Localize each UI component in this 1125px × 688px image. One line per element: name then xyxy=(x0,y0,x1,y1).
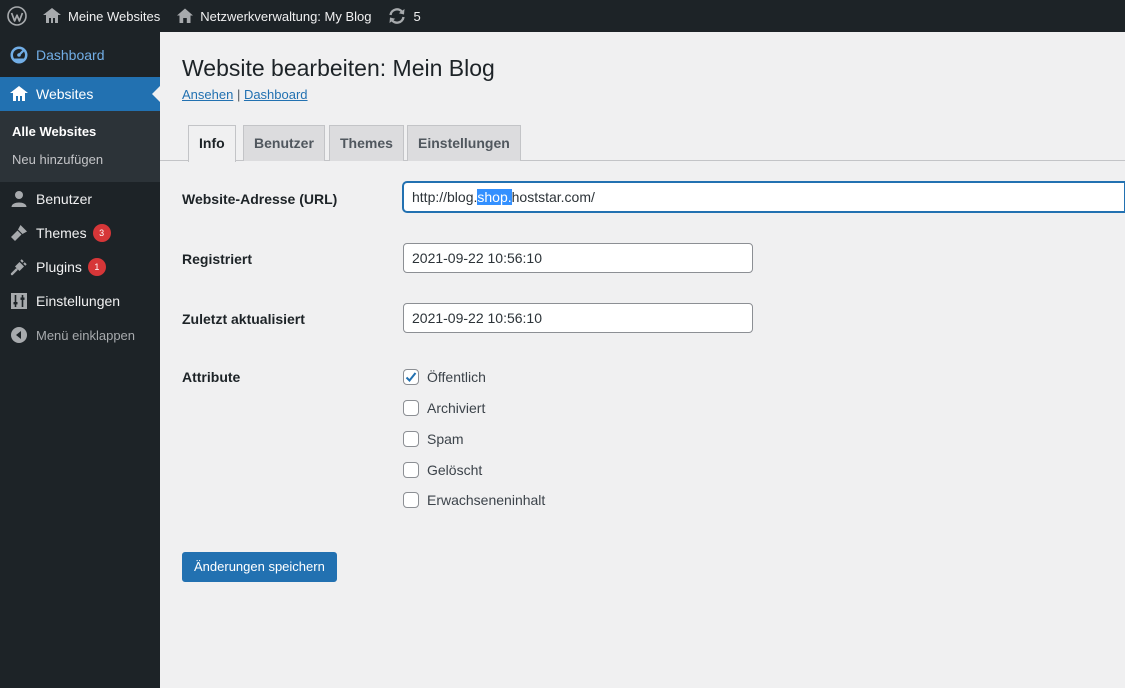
attribute-archived[interactable]: Archiviert xyxy=(403,400,485,416)
my-sites-menu[interactable]: Meine Websites xyxy=(34,0,168,32)
submenu-item-all-websites[interactable]: Alle Websites xyxy=(0,118,160,146)
sidebar-item-label: Menü einklappen xyxy=(36,327,136,343)
sidebar-item-label: Einstellungen xyxy=(36,293,121,309)
sidebar-item-users[interactable]: Benutzer xyxy=(0,182,160,216)
sidebar-item-label: Benutzer xyxy=(36,191,93,207)
collapse-menu-button[interactable]: Menü einklappen xyxy=(0,318,160,352)
wordpress-icon xyxy=(7,6,27,26)
sidebar-item-plugins[interactable]: Plugins 1 xyxy=(0,250,160,284)
deleted-checkbox[interactable] xyxy=(403,462,419,478)
link-separator: | xyxy=(233,87,244,102)
tab-info[interactable]: Info xyxy=(188,125,236,162)
themes-icon xyxy=(9,223,29,243)
archived-checkbox[interactable] xyxy=(403,400,419,416)
url-text-before: http://blog. xyxy=(412,189,478,205)
users-icon xyxy=(9,189,29,209)
submenu-item-add-new[interactable]: Neu hinzufügen xyxy=(0,146,160,174)
tab-users[interactable]: Benutzer xyxy=(243,125,325,161)
mature-checkbox[interactable] xyxy=(403,492,419,508)
public-checkbox[interactable] xyxy=(403,369,419,385)
admin-sidebar: Dashboard Websites Alle Websites Neu hin… xyxy=(0,32,160,688)
tab-themes[interactable]: Themes xyxy=(329,125,404,161)
save-changes-button[interactable]: Änderungen speichern xyxy=(182,552,337,582)
attribute-label: Öffentlich xyxy=(427,369,486,385)
url-label: Website-Adresse (URL) xyxy=(182,191,338,207)
registered-label: Registriert xyxy=(182,251,253,267)
network-admin-label: Netzwerkverwaltung: My Blog xyxy=(200,8,372,24)
attribute-spam[interactable]: Spam xyxy=(403,431,464,447)
sidebar-item-settings[interactable]: Einstellungen xyxy=(0,284,160,318)
my-sites-icon xyxy=(42,7,62,25)
attribute-deleted[interactable]: Gelöscht xyxy=(403,462,482,478)
view-link[interactable]: Ansehen xyxy=(182,87,233,102)
url-text-selected: shop. xyxy=(477,189,512,205)
url-text-after: hoststar.com/ xyxy=(511,189,595,205)
home-icon xyxy=(176,7,194,25)
updates-button[interactable]: 5 xyxy=(379,0,428,32)
settings-icon xyxy=(9,291,29,311)
websites-icon xyxy=(9,84,29,104)
sidebar-item-label: Websites xyxy=(36,86,94,102)
sidebar-item-label: Plugins xyxy=(36,259,82,275)
plugins-update-badge: 1 xyxy=(87,258,106,276)
sidebar-item-label: Dashboard xyxy=(36,46,105,63)
themes-update-badge: 3 xyxy=(92,224,111,242)
my-sites-label: Meine Websites xyxy=(68,8,161,24)
wordpress-logo-button[interactable] xyxy=(0,0,34,32)
updates-icon xyxy=(387,7,407,25)
sidebar-item-label: Themes xyxy=(36,225,87,241)
attribute-label: Spam xyxy=(427,431,464,447)
collapse-icon xyxy=(9,325,29,345)
attribute-label: Gelöscht xyxy=(427,462,483,478)
sidebar-item-websites[interactable]: Websites xyxy=(0,77,160,111)
tab-settings[interactable]: Einstellungen xyxy=(407,125,521,161)
last-updated-input[interactable]: 2021-09-22 10:56:10 xyxy=(403,303,753,333)
dashboard-link[interactable]: Dashboard xyxy=(244,87,308,102)
url-input[interactable]: http://blog.shop.hoststar.com/ xyxy=(403,182,1125,212)
updates-count: 5 xyxy=(413,8,421,24)
attribute-label: Erwachseneninhalt xyxy=(427,492,546,508)
main-content: Website bearbeiten: Mein Blog Ansehen | … xyxy=(160,32,1125,688)
spam-checkbox[interactable] xyxy=(403,431,419,447)
tab-bar: Info Benutzer Themes Einstellungen xyxy=(160,125,1125,162)
admin-bar: Meine Websites Netzwerkverwaltung: My Bl… xyxy=(0,0,1125,32)
attribute-public[interactable]: Öffentlich xyxy=(403,369,486,385)
sidebar-item-dashboard[interactable]: Dashboard xyxy=(0,32,160,77)
attributes-label: Attribute xyxy=(182,369,241,385)
page-title: Website bearbeiten: Mein Blog xyxy=(182,55,495,81)
attribute-label: Archiviert xyxy=(427,400,486,416)
dashboard-icon xyxy=(9,45,29,65)
websites-submenu: Alle Websites Neu hinzufügen xyxy=(0,111,160,182)
last-updated-label: Zuletzt aktualisiert xyxy=(182,311,305,327)
site-links: Ansehen | Dashboard xyxy=(182,87,308,102)
checkmark-icon xyxy=(405,372,417,382)
plugins-icon xyxy=(9,257,29,277)
network-admin-menu[interactable]: Netzwerkverwaltung: My Blog xyxy=(168,0,379,32)
registered-input[interactable]: 2021-09-22 10:56:10 xyxy=(403,243,753,273)
sidebar-item-themes[interactable]: Themes 3 xyxy=(0,216,160,250)
attribute-mature[interactable]: Erwachseneninhalt xyxy=(403,492,545,508)
